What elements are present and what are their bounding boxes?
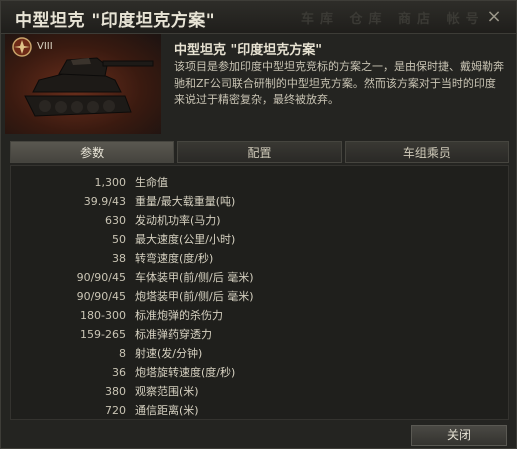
stat-label: 发动机功率(马力) <box>135 214 221 227</box>
stat-label: 车体装甲(前/侧/后 毫米) <box>135 271 254 284</box>
stat-row: 90/90/45 炮塔装甲(前/侧/后 毫米) <box>11 287 510 306</box>
stat-label: 炮塔装甲(前/侧/后 毫米) <box>135 290 254 303</box>
stat-value: 90/90/45 <box>76 290 126 303</box>
stat-row: 50 最大速度(公里/小时) <box>11 230 510 249</box>
stat-value: 630 <box>105 214 126 227</box>
stat-row: 180-300 标准炮弹的杀伤力 <box>11 306 510 325</box>
stat-label: 生命值 <box>135 176 168 189</box>
stat-value: 90/90/45 <box>76 271 126 284</box>
tab-configuration[interactable]: 配置 <box>177 141 342 163</box>
stats-panel: 1,300 生命值 39.9/43 重量/最大载重量(吨) 630 发动机功率(… <box>10 165 509 420</box>
tank-name: 中型坦克 "印度坦克方案" <box>174 43 323 58</box>
stat-row: 380 观察范围(米) <box>11 382 510 401</box>
stat-value: 180-300 <box>80 309 126 322</box>
stat-row: 38 转弯速度(度/秒) <box>11 249 510 268</box>
tab-parameters[interactable]: 参数 <box>10 141 175 163</box>
stat-value: 36 <box>112 366 126 379</box>
tank-description: 该项目是参加印度中型坦克竞标的方案之一，是由保时捷、戴姆勒奔驰和ZF公司联合研制… <box>174 60 504 106</box>
stat-value: 1,300 <box>94 176 127 189</box>
stat-label: 射速(发/分钟) <box>135 347 203 360</box>
stat-label: 标准弹药穿透力 <box>135 328 212 341</box>
stat-label: 最大速度(公里/小时) <box>135 233 236 246</box>
stat-row: 36 炮塔旋转速度(度/秒) <box>11 363 510 382</box>
stat-row: 630 发动机功率(马力) <box>11 211 510 230</box>
stat-label: 观察范围(米) <box>135 385 199 398</box>
stat-row: 90/90/45 车体装甲(前/侧/后 毫米) <box>11 268 510 287</box>
stat-value: 8 <box>119 347 126 360</box>
tier-badge: VIII <box>37 41 53 52</box>
stat-label: 通信距离(米) <box>135 404 199 417</box>
stat-row: 1,300 生命值 <box>11 173 510 192</box>
background-nav-text: 车库 仓库 商店 帐号 <box>301 12 485 27</box>
stat-row: 8 射速(发/分钟) <box>11 344 510 363</box>
stat-value: 38 <box>112 252 126 265</box>
stat-value: 50 <box>112 233 126 246</box>
stat-label: 重量/最大载重量(吨) <box>135 195 236 208</box>
stat-label: 标准炮弹的杀伤力 <box>135 309 223 322</box>
tank-image: VIII <box>5 34 161 134</box>
stat-row: 39.9/43 重量/最大载重量(吨) <box>11 192 510 211</box>
stat-row: 159-265 标准弹药穿透力 <box>11 325 510 344</box>
stat-label: 转弯速度(度/秒) <box>135 252 214 265</box>
window-title: 中型坦克 "印度坦克方案" <box>15 11 216 31</box>
tab-crew[interactable]: 车组乘员 <box>344 141 509 163</box>
dialog-window: 中型坦克 "印度坦克方案" 车库 仓库 商店 帐号 × VIII 中型坦克 "印… <box>0 0 517 449</box>
stat-value: 39.9/43 <box>83 195 126 208</box>
stat-row: 720 通信距离(米) <box>11 401 510 420</box>
title-bar[interactable]: 中型坦克 "印度坦克方案" 车库 仓库 商店 帐号 × <box>1 1 516 34</box>
close-icon[interactable]: × <box>484 7 504 27</box>
nation-emblem-icon <box>11 36 33 58</box>
stat-label: 炮塔旋转速度(度/秒) <box>135 366 236 379</box>
close-button[interactable]: 关闭 <box>411 425 507 446</box>
stat-value: 720 <box>105 404 126 417</box>
stat-value: 159-265 <box>80 328 126 341</box>
tab-bar: 参数 配置 车组乘员 <box>10 141 509 163</box>
stat-value: 380 <box>105 385 126 398</box>
